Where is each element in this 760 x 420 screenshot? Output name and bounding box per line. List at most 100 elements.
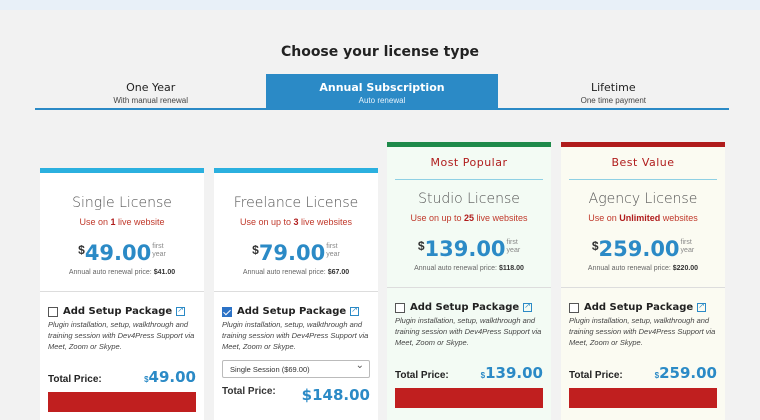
usage-suffix: live website	[115, 217, 165, 227]
period-top: first	[326, 243, 338, 250]
total-price: Total Price: $148.00	[222, 386, 370, 404]
card-top-bar	[40, 168, 204, 173]
pricing-card-studio: Most Popular Studio License Use on up to…	[387, 142, 551, 420]
tab-one-year[interactable]: One Year With manual renewal	[35, 74, 266, 108]
renewal-label: Annual auto renewal price:	[68, 269, 154, 276]
usage-suffix: live websites	[474, 213, 528, 223]
card-divider	[387, 287, 551, 288]
card-price: $139.00first year	[387, 237, 551, 263]
total-label: Total Price:	[569, 370, 623, 381]
renewal-value: $118.00	[498, 265, 524, 272]
external-link-icon[interactable]	[350, 305, 360, 316]
external-link-icon[interactable]	[176, 305, 186, 316]
price-period: first year	[681, 239, 695, 255]
ribbon-divider	[569, 179, 717, 180]
card-usage: Use on up to 25 live websites	[387, 213, 551, 223]
setup-checkbox[interactable]	[395, 302, 405, 313]
card-title: Single License	[72, 195, 172, 211]
card-usage: Use on up to 3 live websites	[214, 217, 378, 227]
ribbon-divider	[395, 179, 543, 180]
renewal-price: Annual auto renewal price: $118.00	[387, 265, 551, 272]
setup-label[interactable]: Add Setup Package	[584, 302, 693, 313]
buy-button[interactable]	[395, 388, 543, 408]
period-top: first	[152, 243, 164, 250]
tab-sublabel: One time payment	[580, 96, 646, 105]
total-price: Total Price: $259.00	[569, 364, 717, 382]
tab-annual-subscription[interactable]: Annual Subscription Auto renewal	[266, 74, 498, 108]
card-title: Studio License	[418, 191, 520, 207]
total-amount: 49.00	[148, 368, 196, 386]
setup-package: Add Setup Package Plugin installation, s…	[48, 305, 196, 352]
period-top: first	[506, 239, 518, 246]
external-link-icon[interactable]	[697, 301, 707, 312]
currency-symbol: $	[252, 243, 259, 257]
top-band	[0, 0, 760, 10]
total-value: $148.00	[301, 386, 370, 404]
period-bottom: year	[152, 251, 166, 258]
tab-sublabel: With manual renewal	[113, 96, 189, 105]
setup-label[interactable]: Add Setup Package	[63, 306, 172, 317]
card-divider	[214, 291, 378, 292]
card-price: $259.00first year	[561, 237, 725, 263]
renewal-value: $41.00	[153, 269, 176, 276]
tab-label: Lifetime	[590, 81, 636, 94]
setup-description: Plugin installation, setup, walkthrough …	[395, 316, 542, 347]
pricing-card-single: Single License Use on 1 live website $49…	[40, 168, 204, 420]
license-type-tabs: One Year With manual renewal Annual Subs…	[35, 74, 729, 110]
period-bottom: year	[506, 247, 521, 254]
setup-label[interactable]: Add Setup Package	[237, 306, 346, 317]
period-top: first	[680, 239, 692, 246]
card-top-bar	[214, 168, 378, 173]
usage-count: 25	[464, 213, 475, 223]
tab-label: Annual Subscription	[319, 81, 445, 94]
buy-button[interactable]	[569, 388, 717, 408]
setup-checkbox[interactable]	[222, 306, 232, 317]
setup-checkbox-row[interactable]: Add Setup Package	[222, 305, 370, 317]
total-price: Total Price: $49.00	[48, 368, 196, 386]
usage-suffix: websites	[660, 213, 698, 223]
setup-checkbox-row[interactable]: Add Setup Package	[395, 301, 543, 313]
card-usage: Use on Unlimited websites	[561, 213, 725, 223]
total-value: $259.00	[655, 364, 717, 382]
period-bottom: year	[680, 247, 695, 254]
setup-description: Plugin installation, setup, walkthrough …	[569, 316, 716, 347]
total-label: Total Price:	[395, 370, 449, 381]
usage-prefix: Use on	[79, 217, 111, 227]
session-select[interactable]: Single Session ($69.00)	[222, 360, 370, 378]
pricing-card-agency: Best Value Agency License Use on Unlimit…	[561, 142, 725, 420]
card-usage: Use on 1 live website	[40, 217, 204, 227]
usage-prefix: Use on up to	[239, 217, 294, 227]
setup-checkbox-row[interactable]: Add Setup Package	[569, 301, 717, 313]
price-amount: 49.00	[84, 241, 152, 265]
renewal-price: Annual auto renewal price: $67.00	[214, 269, 378, 276]
card-divider	[561, 287, 725, 288]
setup-checkbox[interactable]	[48, 306, 58, 317]
price-period: first year	[152, 243, 166, 259]
page-heading: Choose your license type	[280, 44, 480, 60]
setup-checkbox-row[interactable]: Add Setup Package	[48, 305, 196, 317]
usage-suffix: live websites	[298, 217, 353, 227]
currency-symbol: $	[417, 239, 425, 253]
price-amount: 139.00	[424, 237, 506, 261]
card-title: Freelance License	[233, 195, 359, 211]
card-divider	[40, 291, 204, 292]
renewal-price: Annual auto renewal price: $220.00	[561, 265, 725, 272]
setup-label[interactable]: Add Setup Package	[410, 302, 519, 313]
tab-sublabel: Auto renewal	[358, 96, 406, 105]
setup-checkbox[interactable]	[569, 302, 579, 313]
buy-button[interactable]	[48, 392, 196, 412]
price-period: first year	[326, 243, 340, 259]
tab-lifetime[interactable]: Lifetime One time payment	[498, 74, 729, 108]
total-value: $139.00	[481, 364, 543, 382]
external-link-icon[interactable]	[523, 301, 533, 312]
card-price: $79.00first year	[214, 241, 378, 267]
renewal-price: Annual auto renewal price: $41.00	[40, 269, 204, 276]
setup-package: Add Setup Package Plugin installation, s…	[222, 305, 370, 378]
renewal-label: Annual auto renewal price:	[587, 265, 673, 272]
usage-count: Unlimited	[619, 213, 661, 223]
setup-package: Add Setup Package Plugin installation, s…	[569, 301, 717, 348]
currency-symbol: $	[78, 243, 85, 257]
card-title: Agency License	[588, 191, 698, 207]
price-period: first year	[507, 239, 521, 255]
currency-symbol: $	[591, 239, 599, 253]
